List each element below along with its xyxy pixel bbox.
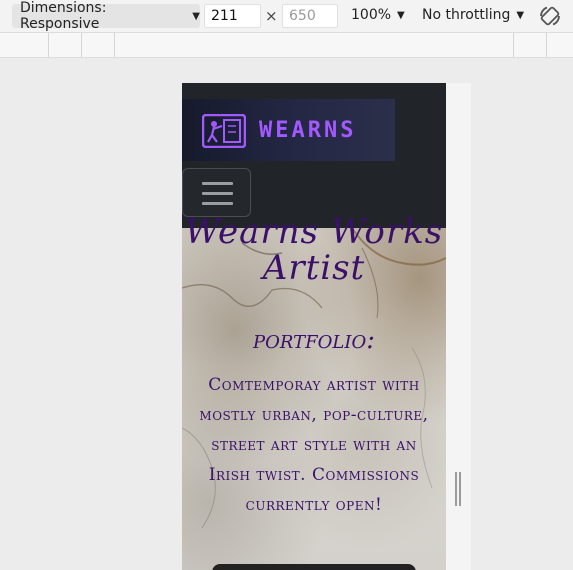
hamburger-icon xyxy=(202,192,233,195)
width-input[interactable]: 211 xyxy=(204,4,261,28)
ruler-tick xyxy=(81,33,82,57)
brand-name: WEARNS xyxy=(259,118,357,143)
chevron-down-icon: ▼ xyxy=(192,10,200,22)
media-query-ruler xyxy=(0,33,573,58)
dimensions-label: Dimensions: Responsive xyxy=(20,0,107,32)
site-navbar: WEARNS xyxy=(182,83,446,228)
throttle-label: No throttling xyxy=(422,7,511,23)
device-toolbar: Dimensions: Responsive ▼ 211 × 650 100% … xyxy=(0,0,573,33)
dimensions-dropdown[interactable]: Dimensions: Responsive ▼ xyxy=(12,0,200,32)
ruler-tick xyxy=(546,33,547,57)
cta-button[interactable] xyxy=(212,564,416,570)
height-input[interactable]: 650 xyxy=(282,4,338,28)
ruler-tick xyxy=(114,33,115,57)
navbar-toggler-button[interactable] xyxy=(182,168,251,217)
device-viewport: WEARNS Wearns Works Artist portfolio: Co… xyxy=(182,83,446,570)
hero-section: Wearns Works Artist portfolio: Comtempor… xyxy=(182,214,446,570)
chevron-down-icon: ▼ xyxy=(516,9,525,21)
hero-description: Comtemporay artist with mostly urban, po… xyxy=(199,375,429,515)
brand-logo-icon xyxy=(202,114,246,148)
hamburger-icon xyxy=(202,182,233,185)
ruler-tick xyxy=(513,33,514,57)
hamburger-icon xyxy=(202,202,233,205)
brand-link[interactable]: WEARNS xyxy=(182,99,395,161)
rotate-icon[interactable] xyxy=(538,4,562,28)
zoom-dropdown[interactable]: 100% ▼ xyxy=(351,7,405,23)
hero-subtitle: portfolio: xyxy=(253,325,375,355)
times-symbol: × xyxy=(265,7,278,25)
chevron-down-icon: ▼ xyxy=(397,9,405,21)
ruler-tick xyxy=(48,33,49,57)
hero-title: Wearns Works Artist xyxy=(184,212,444,288)
resize-handle[interactable] xyxy=(455,472,461,506)
throttling-dropdown[interactable]: No throttling ▼ xyxy=(422,7,524,23)
zoom-label: 100% xyxy=(351,7,392,23)
